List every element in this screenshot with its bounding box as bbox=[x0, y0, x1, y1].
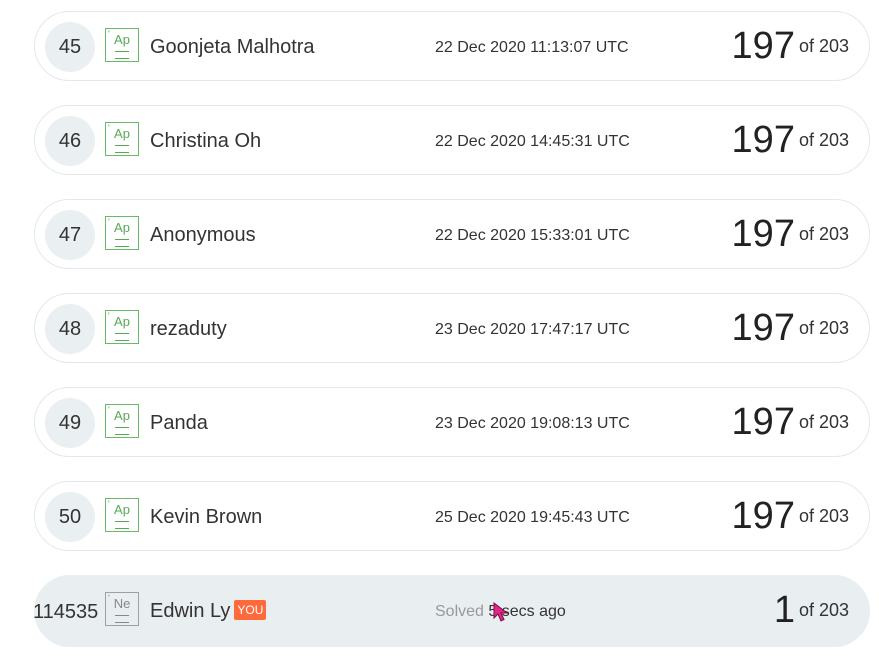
score: 197 of 203 bbox=[732, 212, 849, 256]
score-total: of 203 bbox=[798, 412, 849, 432]
user-name[interactable]: Christina Oh bbox=[150, 129, 261, 153]
score-total: of 203 bbox=[798, 318, 849, 338]
rank-number: 47 bbox=[45, 210, 95, 260]
score-total: of 203 bbox=[798, 130, 849, 150]
rank-number: 48 bbox=[45, 304, 95, 354]
user-name: Edwin Ly YOU bbox=[150, 599, 267, 623]
score-value: 197 bbox=[731, 25, 795, 67]
score-value: 197 bbox=[731, 213, 795, 255]
completion-timestamp: 23 Dec 2020 17:47:17 UTC bbox=[435, 321, 630, 338]
completion-timestamp: 22 Dec 2020 11:13:07 UTC bbox=[435, 39, 629, 56]
user-name[interactable]: Kevin Brown bbox=[150, 505, 262, 529]
user-name-text[interactable]: Edwin Ly bbox=[150, 600, 230, 622]
score-value: 197 bbox=[731, 495, 795, 537]
rank-number: 50 bbox=[45, 492, 95, 542]
score: 197 of 203 bbox=[732, 24, 849, 68]
score-total: of 203 bbox=[798, 224, 849, 244]
completion-timestamp: 23 Dec 2020 19:08:13 UTC bbox=[435, 415, 630, 432]
solved-label: Solved bbox=[435, 603, 484, 620]
score: 1 of 203 bbox=[774, 588, 849, 632]
leaderboard-row[interactable]: 45 ' Ap Goonjeta Malhotra 22 Dec 2020 11:… bbox=[34, 11, 870, 81]
leaderboard-row[interactable]: 47 ' Ap Anonymous 22 Dec 2020 15:33:01 UT… bbox=[34, 199, 870, 269]
rank-number: 45 bbox=[45, 22, 95, 72]
score-value: 197 bbox=[731, 307, 795, 349]
level-badge-icon: ' Ap bbox=[105, 28, 139, 62]
score-total: of 203 bbox=[798, 36, 849, 56]
level-badge-icon: ' Ap bbox=[105, 404, 139, 438]
score: 197 of 203 bbox=[732, 494, 849, 538]
leaderboard-row[interactable]: 46 ' Ap Christina Oh 22 Dec 2020 14:45:31… bbox=[34, 105, 870, 175]
score-total: of 203 bbox=[798, 600, 849, 620]
level-badge-icon: ' Ap bbox=[105, 122, 139, 156]
completion-timestamp: 22 Dec 2020 14:45:31 UTC bbox=[435, 133, 630, 150]
completion-timestamp: 25 Dec 2020 19:45:43 UTC bbox=[435, 509, 630, 526]
level-badge-icon: ' Ap bbox=[105, 498, 139, 532]
leaderboard: 45 ' Ap Goonjeta Malhotra 22 Dec 2020 11:… bbox=[0, 0, 879, 671]
score-value: 197 bbox=[731, 401, 795, 443]
completion-timestamp: 22 Dec 2020 15:33:01 UTC bbox=[435, 227, 630, 244]
score-value: 197 bbox=[731, 119, 795, 161]
level-badge-icon: ' Ap bbox=[105, 216, 139, 250]
current-user-row[interactable]: 114535 ' Ne Edwin Ly YOU Solved 5 secs ago… bbox=[33, 575, 870, 647]
rank-number: 49 bbox=[45, 398, 95, 448]
user-name[interactable]: rezaduty bbox=[150, 317, 227, 341]
user-name[interactable]: Panda bbox=[150, 411, 208, 435]
solved-suffix: secs ago bbox=[501, 603, 566, 620]
you-badge: YOU bbox=[234, 600, 267, 620]
score-value: 1 bbox=[773, 589, 795, 631]
score: 197 of 203 bbox=[732, 118, 849, 162]
score: 197 of 203 bbox=[732, 400, 849, 444]
leaderboard-row[interactable]: 50 ' Ap Kevin Brown 25 Dec 2020 19:45:43 … bbox=[34, 481, 870, 551]
score-total: of 203 bbox=[798, 506, 849, 526]
leaderboard-row[interactable]: 48 ' Ap rezaduty 23 Dec 2020 17:47:17 UTC… bbox=[34, 293, 870, 363]
rank-number: 46 bbox=[45, 116, 95, 166]
level-badge-icon: ' Ap bbox=[105, 310, 139, 344]
leaderboard-row[interactable]: 49 ' Ap Panda 23 Dec 2020 19:08:13 UTC 19… bbox=[34, 387, 870, 457]
user-name[interactable]: Anonymous bbox=[150, 223, 256, 247]
rank-number: 114535 bbox=[33, 601, 99, 623]
level-badge-icon: ' Ne bbox=[105, 592, 139, 626]
user-name[interactable]: Goonjeta Malhotra bbox=[150, 35, 315, 59]
mouse-pointer-icon bbox=[493, 602, 509, 622]
score: 197 of 203 bbox=[732, 306, 849, 350]
